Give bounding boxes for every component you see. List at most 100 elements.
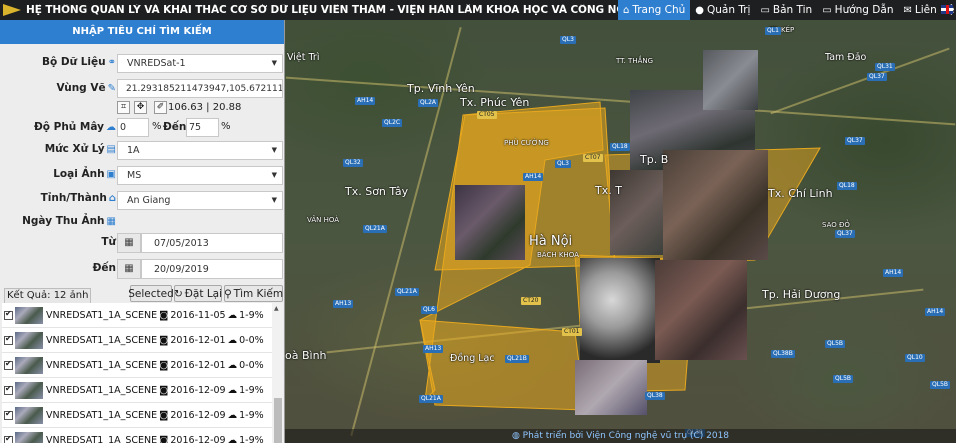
cloud-to-input[interactable]: 75 xyxy=(186,118,219,137)
scrollbar-thumb[interactable] xyxy=(274,398,282,443)
scene-thumbnail[interactable] xyxy=(580,258,660,363)
nav-news[interactable]: ▭ Bản Tin xyxy=(755,0,817,20)
coordinate-readout: 106.63 | 20.88 xyxy=(168,102,242,113)
list-item[interactable]: VNREDSAT1_1A_SCENE ◙ 2016-11-05 ☁ 1-9% xyxy=(2,303,272,328)
result-cloud: 0-0% xyxy=(239,359,264,371)
nav-guide[interactable]: ▭ Hướng Dẫn xyxy=(817,0,898,20)
result-thumbnail[interactable] xyxy=(15,431,43,443)
route-shield: QL21A xyxy=(395,288,419,296)
type-value: MS xyxy=(127,170,142,181)
calendar-icon[interactable]: ▦ xyxy=(117,259,141,279)
route-shield: QL18 xyxy=(610,143,630,151)
calendar-icon[interactable]: ▦ xyxy=(117,233,141,253)
search-button[interactable]: ⚲ Tìm Kiếm xyxy=(224,285,283,302)
nav-home[interactable]: ⌂ Trang Chủ xyxy=(618,0,691,20)
to-date-input[interactable]: 20/09/2019 xyxy=(141,259,283,279)
result-thumbnail[interactable] xyxy=(15,356,43,374)
document-icon: ▭ xyxy=(760,4,770,16)
uk-flag-icon[interactable] xyxy=(941,5,953,14)
chevron-down-icon: ▼ xyxy=(271,171,277,179)
draw-polygon-icon[interactable]: ⌗ xyxy=(117,101,130,114)
route-shield: QL2A xyxy=(418,99,438,107)
globe-icon: ◍ xyxy=(511,431,523,441)
cloud-icon: ☁ xyxy=(227,359,238,371)
result-date: 2016-12-09 xyxy=(170,434,226,443)
percent-label: % xyxy=(152,121,162,132)
route-shield: QL37 xyxy=(845,137,865,145)
level-select[interactable]: 1A ▼ xyxy=(117,141,283,160)
route-shield: QL37 xyxy=(867,73,887,81)
result-thumbnail[interactable] xyxy=(15,381,43,399)
pencil-icon[interactable]: ✐ xyxy=(154,101,167,114)
search-button-label: Tìm Kiếm xyxy=(233,287,284,300)
scene-thumbnail[interactable] xyxy=(663,150,768,260)
result-date: 2016-12-01 xyxy=(170,359,226,371)
cloud-from-input[interactable]: 0 xyxy=(117,118,149,137)
list-item[interactable]: VNREDSAT1_1A_SCENE ◙ 2016-12-01 ☁ 0-0% xyxy=(2,353,272,378)
result-name: VNREDSAT1_1A_SCENE xyxy=(46,384,158,396)
result-thumbnail[interactable] xyxy=(15,406,43,424)
calendar-icon: ▦ xyxy=(106,216,116,227)
chevron-down-icon: ▼ xyxy=(271,196,277,204)
image-icon: ▣ xyxy=(106,169,116,180)
scroll-up-icon[interactable]: ▲ xyxy=(274,305,279,312)
scene-thumbnail[interactable] xyxy=(455,185,525,260)
result-checkbox[interactable] xyxy=(4,384,13,395)
place-label: BÁCH KHOA xyxy=(537,251,579,259)
scene-thumbnail[interactable] xyxy=(655,260,747,360)
route-shield: CT20 xyxy=(521,297,541,305)
result-cloud: 1-9% xyxy=(239,309,264,321)
scene-thumbnail[interactable] xyxy=(610,170,665,255)
database-select[interactable]: VNREDSat-1 ▼ xyxy=(117,54,283,73)
place-label: Việt Trì xyxy=(287,52,320,63)
place-label: oà Bình xyxy=(285,349,327,362)
scene-thumbnail[interactable] xyxy=(703,50,758,110)
result-cloud: 1-9% xyxy=(239,434,264,443)
result-checkbox[interactable] xyxy=(4,359,13,370)
result-count: Kết Quả: 12 ảnh xyxy=(4,288,92,304)
from-date-input[interactable]: 07/05/2013 xyxy=(141,233,283,253)
results-scrollbar[interactable]: ▲ xyxy=(272,303,283,443)
envelope-icon: ✉ xyxy=(903,4,912,16)
route-shield: CT07 xyxy=(583,154,603,162)
map-footer: ◍ Phát triển bởi Viện Công nghệ vũ trụ (… xyxy=(285,429,956,443)
route-shield: QL21A xyxy=(363,225,387,233)
result-checkbox[interactable] xyxy=(4,409,13,420)
percent-label-2: % xyxy=(221,121,231,132)
list-item[interactable]: VNREDSAT1_1A_SCENE ◙ 2016-12-09 ☁ 1-9% xyxy=(2,378,272,403)
result-checkbox[interactable] xyxy=(4,434,13,443)
result-checkbox[interactable] xyxy=(4,334,13,345)
cloud-icon: ☁ xyxy=(106,122,116,133)
province-label: Tỉnh/Thành ⌂ xyxy=(40,192,116,204)
province-select[interactable]: An Giang ▼ xyxy=(117,191,283,210)
scene-thumbnail[interactable] xyxy=(575,360,647,415)
nav-news-label: Bản Tin xyxy=(772,4,813,16)
selected-button[interactable]: Selected xyxy=(128,285,174,302)
reset-button[interactable]: ↻ Đặt Lại xyxy=(174,285,222,302)
camera-icon: ◙ xyxy=(159,359,169,371)
route-shield: QL38B xyxy=(771,350,795,358)
list-item[interactable]: VNREDSAT1_1A_SCENE ◙ 2016-12-09 ☁ 1-9% xyxy=(2,403,272,428)
nav-admin[interactable]: ● Quản Trị xyxy=(690,0,755,20)
result-date: 2016-11-05 xyxy=(170,309,226,321)
route-shield: AH13 xyxy=(333,300,354,308)
route-shield: AH14 xyxy=(925,308,946,316)
camera-icon: ◙ xyxy=(159,434,169,443)
move-icon[interactable]: ✥ xyxy=(134,101,147,114)
result-thumbnail[interactable] xyxy=(15,306,43,324)
result-checkbox[interactable] xyxy=(4,309,13,320)
app-logo[interactable] xyxy=(0,0,26,20)
place-label: Tx. Sơn Tây xyxy=(345,185,409,198)
share-icon: ⚭ xyxy=(107,57,116,68)
map-view[interactable]: Việt Trì Tp. Vĩnh Yên Tx. Phúc Yên Tx. S… xyxy=(285,20,956,443)
footprint-polygon xyxy=(419,319,586,411)
type-select[interactable]: MS ▼ xyxy=(117,166,283,185)
route-shield: CT01 xyxy=(562,328,582,336)
search-icon: ⚲ xyxy=(223,287,232,300)
nav-links: ⌂ Trang Chủ ● Quản Trị ▭ Bản Tin ▭ Hướng Dẫn… xyxy=(618,0,956,20)
result-thumbnail[interactable] xyxy=(15,331,43,349)
list-item[interactable]: VNREDSAT1_1A_SCENE ◙ 2016-12-01 ☁ 0-0% xyxy=(2,328,272,353)
footer-text: Phát triển bởi Viện Công nghệ vũ trụ (C)… xyxy=(522,431,730,441)
list-item[interactable]: VNREDSAT1_1A_SCENE ◙ 2016-12-09 ☁ 1-9% xyxy=(2,428,272,443)
area-input[interactable]: 21.293185211473947,105.6721114062 xyxy=(117,79,283,98)
